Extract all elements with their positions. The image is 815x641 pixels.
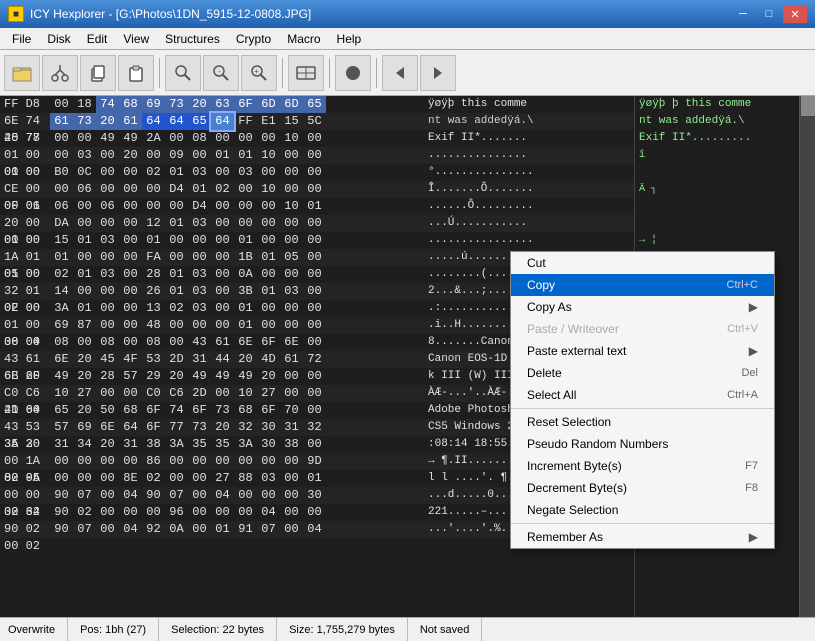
status-size: Size: 1,755,279 bytes bbox=[277, 618, 408, 641]
hex-row: 01 00 00 00 B00C00000201030003000000 °..… bbox=[0, 164, 634, 181]
context-menu-paste-external[interactable]: Paste external text ▶ bbox=[511, 340, 774, 362]
status-mode: Overwrite bbox=[8, 618, 68, 641]
context-menu-negate-selection[interactable]: Negate Selection bbox=[511, 499, 774, 521]
hex-row: 45 78 69 66 000049492A00080000001000 Exi… bbox=[0, 130, 634, 147]
search-button[interactable] bbox=[165, 55, 201, 91]
context-menu-reset-selection[interactable]: Reset Selection bbox=[511, 411, 774, 433]
title-controls[interactable]: ─ □ ✕ bbox=[731, 5, 807, 23]
context-menu-select-all[interactable]: Select All Ctrl+A bbox=[511, 384, 774, 406]
hex-row: FF D8 FF FE 00187468697320636F6D6D65 ÿøÿ… bbox=[0, 96, 634, 113]
copy-button[interactable] bbox=[80, 55, 116, 91]
record-button[interactable] bbox=[335, 55, 371, 91]
hex-row: 6E 74 20 77 6173206164646564FFE1155C nt … bbox=[0, 113, 634, 130]
paste-button[interactable] bbox=[118, 55, 154, 91]
hex-row: 01 00 00 00 000300200009000101100000 ...… bbox=[0, 147, 634, 164]
hex-row: 0F 01 02 00 060006000000D40000001001 ...… bbox=[0, 198, 634, 215]
status-saved: Not saved bbox=[408, 618, 483, 641]
menu-bar: File Disk Edit View Structures Crypto Ma… bbox=[0, 28, 815, 50]
app-icon: ■ bbox=[8, 6, 24, 22]
menu-macro[interactable]: Macro bbox=[279, 28, 328, 49]
maximize-button[interactable]: □ bbox=[757, 5, 781, 23]
context-menu-paste-writeover: Paste / Writeover Ctrl+V bbox=[511, 318, 774, 340]
menu-view[interactable]: View bbox=[115, 28, 157, 49]
context-menu-copy[interactable]: Copy Ctrl+C bbox=[511, 274, 774, 296]
context-menu-separator-1 bbox=[511, 408, 774, 409]
svg-text:+: + bbox=[254, 68, 259, 77]
search-prev-button[interactable]: - bbox=[203, 55, 239, 91]
toolbar-separator-4 bbox=[376, 58, 377, 88]
status-pos: Pos: 1bh (27) bbox=[68, 618, 159, 641]
scroll-thumb[interactable] bbox=[801, 96, 815, 116]
menu-structures[interactable]: Structures bbox=[157, 28, 228, 49]
menu-crypto[interactable]: Crypto bbox=[228, 28, 279, 49]
context-menu-copy-as[interactable]: Copy As ▶ bbox=[511, 296, 774, 318]
close-button[interactable]: ✕ bbox=[783, 5, 807, 23]
svg-text:-: - bbox=[217, 68, 222, 77]
toolbar-separator-2 bbox=[282, 58, 283, 88]
title-bar-left: ■ ICY Hexplorer - [G:\Photos\1DN_5915-12… bbox=[8, 6, 311, 22]
forward-button[interactable] bbox=[420, 55, 456, 91]
menu-edit[interactable]: Edit bbox=[79, 28, 116, 49]
menu-help[interactable]: Help bbox=[329, 28, 370, 49]
context-menu: Cut Copy Ctrl+C Copy As ▶ Paste / Writeo… bbox=[510, 251, 775, 549]
context-menu-remember-as[interactable]: Remember As ▶ bbox=[511, 526, 774, 548]
search-next-button[interactable]: + bbox=[241, 55, 277, 91]
minimize-button[interactable]: ─ bbox=[731, 5, 755, 23]
vertical-scrollbar[interactable] bbox=[799, 96, 815, 617]
context-menu-separator-2 bbox=[511, 523, 774, 524]
main-area: FF D8 FF FE 00187468697320636F6D6D65 ÿøÿ… bbox=[0, 96, 815, 617]
context-menu-pseudo-random[interactable]: Pseudo Random Numbers bbox=[511, 433, 774, 455]
window-title: ICY Hexplorer - [G:\Photos\1DN_5915-12-0… bbox=[30, 7, 311, 21]
cut-button[interactable] bbox=[42, 55, 78, 91]
title-bar: ■ ICY Hexplorer - [G:\Photos\1DN_5915-12… bbox=[0, 0, 815, 28]
back-button[interactable] bbox=[382, 55, 418, 91]
context-menu-delete[interactable]: Delete Del bbox=[511, 362, 774, 384]
hex-row: 01 00 00 00 150103000100000001000000 ...… bbox=[0, 232, 634, 249]
open-button[interactable] bbox=[4, 55, 40, 91]
context-menu-decrement-byte[interactable]: Decrement Byte(s) F8 bbox=[511, 477, 774, 499]
hex-row: 20 00 00 00 DA0000001201030000000000 ...… bbox=[0, 215, 634, 232]
menu-file[interactable]: File bbox=[4, 28, 39, 49]
toolbar: - + bbox=[0, 50, 815, 96]
context-menu-cut[interactable]: Cut bbox=[511, 252, 774, 274]
hex-row: CE 00 00 06 0006000000D4010200100000 Î..… bbox=[0, 181, 634, 198]
menu-disk[interactable]: Disk bbox=[39, 28, 78, 49]
status-selection: Selection: 22 bytes bbox=[159, 618, 277, 641]
goto-button[interactable] bbox=[288, 55, 324, 91]
status-bar: Overwrite Pos: 1bh (27) Selection: 22 by… bbox=[0, 617, 815, 641]
context-menu-increment-byte[interactable]: Increment Byte(s) F7 bbox=[511, 455, 774, 477]
toolbar-separator-1 bbox=[159, 58, 160, 88]
toolbar-separator-3 bbox=[329, 58, 330, 88]
